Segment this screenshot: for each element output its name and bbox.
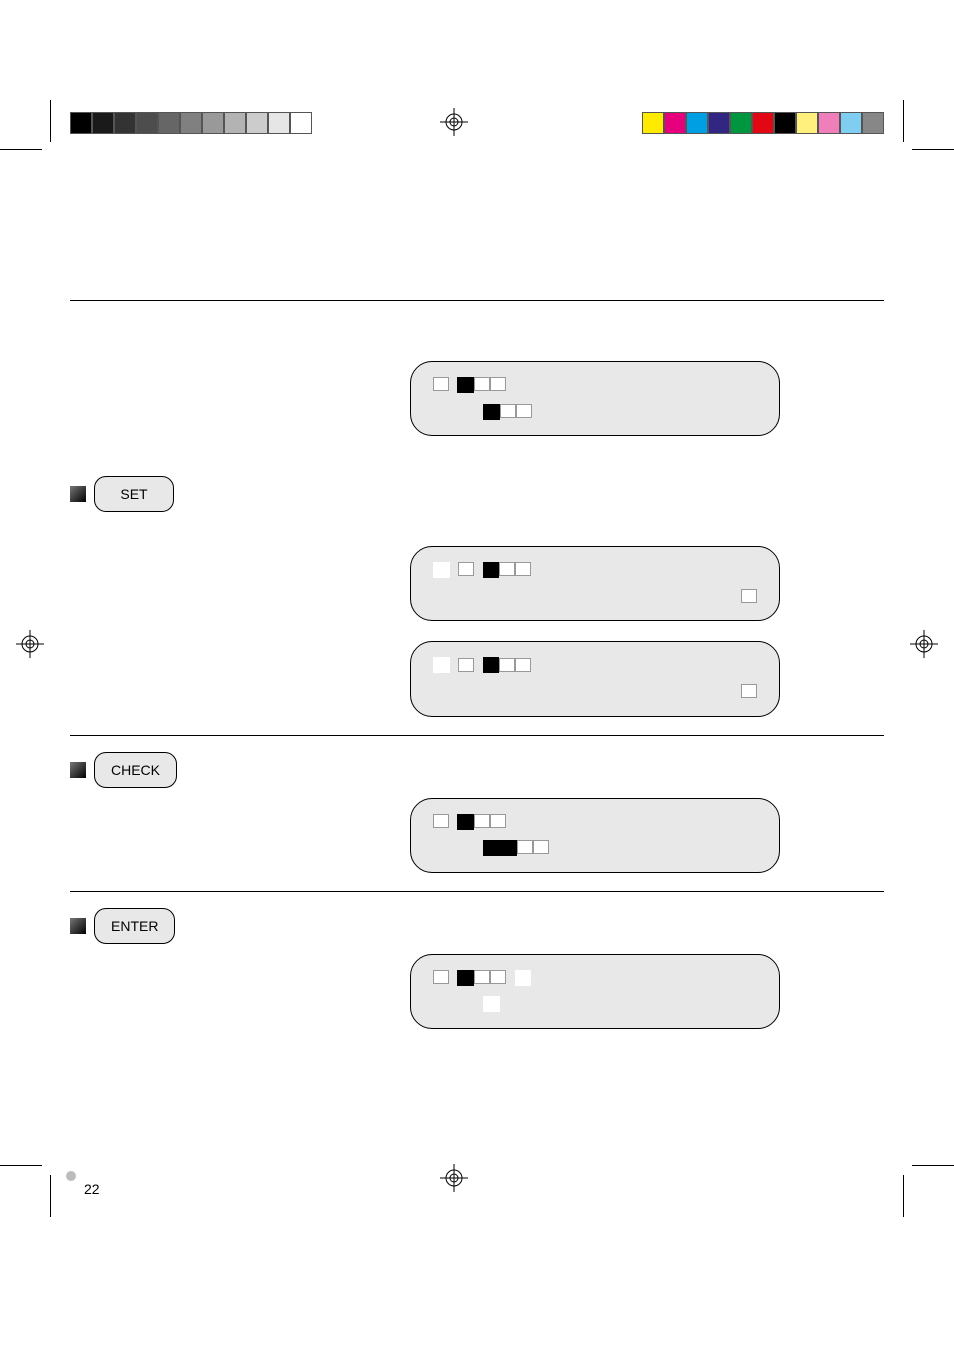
crop-mark <box>0 149 42 150</box>
lcd-display-1 <box>410 361 780 436</box>
crop-mark <box>0 1165 42 1166</box>
check-button[interactable]: CHECK <box>94 752 177 788</box>
page-number: 22 <box>84 1181 100 1197</box>
crop-mark <box>912 149 954 150</box>
registration-mark-icon <box>910 630 938 658</box>
crop-mark <box>50 100 51 142</box>
horizontal-rule <box>70 300 884 301</box>
bullet-icon <box>70 486 86 502</box>
set-button[interactable]: SET <box>94 476 174 512</box>
crop-mark <box>912 1165 954 1166</box>
enter-button[interactable]: ENTER <box>94 908 175 944</box>
color-calibration-bar <box>642 112 884 134</box>
lcd-display-5 <box>410 954 780 1029</box>
crop-mark <box>903 100 904 142</box>
grayscale-calibration-bar <box>70 112 312 134</box>
registration-mark-icon <box>16 630 44 658</box>
lcd-display-2 <box>410 546 780 621</box>
page-dot-icon <box>66 1171 76 1181</box>
registration-mark-icon <box>440 108 468 136</box>
horizontal-rule <box>70 891 884 892</box>
horizontal-rule <box>70 735 884 736</box>
lcd-display-4 <box>410 798 780 873</box>
bullet-icon <box>70 918 86 934</box>
bullet-icon <box>70 762 86 778</box>
lcd-display-3 <box>410 641 780 716</box>
crop-mark <box>50 1175 51 1217</box>
crop-mark <box>903 1175 904 1217</box>
